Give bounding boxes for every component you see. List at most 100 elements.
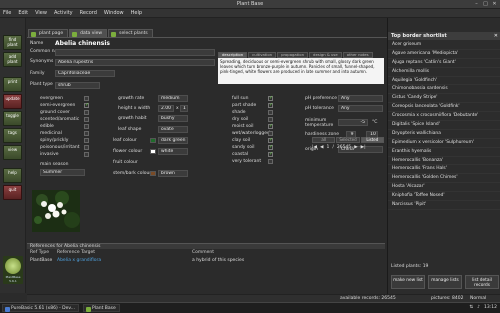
menu-file[interactable]: File: [3, 10, 11, 16]
quit-button[interactable]: quit: [3, 185, 22, 200]
condition-checkbox[interactable]: [268, 144, 273, 150]
close-icon[interactable]: ✕: [494, 32, 498, 40]
tab-plant-page[interactable]: plant page: [28, 29, 69, 37]
add-plant-button[interactable]: add plant: [3, 52, 22, 67]
last-record-icon[interactable]: ▶|: [361, 145, 366, 150]
view-button[interactable]: view: [3, 145, 22, 160]
plant-type-field[interactable]: shrub: [55, 82, 100, 89]
make-new-list-button[interactable]: make new list: [391, 275, 425, 289]
condition-checkbox[interactable]: [268, 123, 273, 129]
synonyms-field[interactable]: Abelia rupestris: [55, 59, 215, 66]
family-field[interactable]: Caprifoliaceae: [55, 70, 115, 77]
list-item[interactable]: Coreopsis lanceolata 'Goldfink': [388, 103, 500, 113]
menu-record[interactable]: Record: [80, 10, 97, 16]
list-item[interactable]: Narcissus 'Pipit': [388, 201, 500, 210]
menu-view[interactable]: View: [35, 10, 47, 16]
maximize-button[interactable]: □: [482, 1, 489, 8]
taskbar-item-plantbase[interactable]: Plant Base: [83, 304, 120, 312]
min-temp-field[interactable]: -5: [338, 119, 368, 126]
menu-edit[interactable]: Edit: [18, 10, 28, 16]
col-comment[interactable]: Comment: [192, 250, 214, 255]
list-item[interactable]: Hemerocallis 'Frans Hals': [388, 165, 500, 175]
width-field[interactable]: 1: [180, 105, 188, 112]
list-item[interactable]: Kniphofia 'Toffee Nosed': [388, 192, 500, 202]
leaf-colour-field[interactable]: dark green: [158, 137, 188, 144]
list-item[interactable]: Dryopteris wallichiana: [388, 130, 500, 139]
list-item[interactable]: Agave americana 'Mediopicta': [388, 50, 500, 59]
list-item[interactable]: Acer griseum: [388, 41, 500, 50]
shortlist-title: Top border shortlist ✕: [388, 32, 500, 40]
table-row[interactable]: PlantBase Abelia x grandiflora a hybrid …: [27, 258, 385, 265]
list-item[interactable]: Chimonobassia sardensis: [388, 85, 500, 95]
filter-selected-button[interactable]: Selected: [336, 137, 360, 143]
growth-rate-field[interactable]: medium: [158, 95, 188, 102]
minimize-button[interactable]: –: [473, 1, 480, 8]
menu-help[interactable]: Help: [131, 10, 142, 16]
condition-checkbox[interactable]: [268, 102, 273, 108]
height-field[interactable]: 2.00: [158, 105, 174, 112]
condition-checkbox[interactable]: [268, 159, 273, 164]
condition-checkbox[interactable]: [268, 131, 273, 136]
trait-checkbox[interactable]: [84, 110, 89, 115]
stem-colour-field[interactable]: brown: [158, 170, 188, 177]
first-record-icon[interactable]: |◀: [312, 145, 317, 150]
print-button[interactable]: print: [3, 77, 22, 92]
list-item[interactable]: Crocosmia x crocosmiiflora 'Debutante': [388, 112, 500, 122]
condition-checkbox[interactable]: [268, 151, 273, 157]
update-button[interactable]: update: [3, 94, 22, 109]
condition-checkbox[interactable]: [268, 117, 273, 122]
trait-checkbox[interactable]: [84, 145, 89, 150]
network-icon[interactable]: ⇅: [469, 305, 473, 310]
help-button[interactable]: help: [3, 168, 22, 183]
list-item[interactable]: Epimedium x versicolor 'Sulphureum': [388, 139, 500, 148]
list-item[interactable]: Aquilegia 'Goldfinch': [388, 77, 500, 86]
list-item[interactable]: Alchemilla mollis: [388, 68, 500, 77]
trait-checkbox[interactable]: [84, 138, 89, 143]
prev-record-icon[interactable]: ◀: [320, 145, 323, 150]
ph-preference-field[interactable]: Any: [338, 95, 383, 102]
tab-data-view[interactable]: data view: [69, 29, 108, 37]
condition-checkbox[interactable]: [268, 137, 273, 143]
name-label: Name: [30, 41, 44, 46]
main-season-field[interactable]: Summer: [40, 169, 85, 176]
trait-checkbox[interactable]: [84, 117, 89, 122]
menu-activity[interactable]: Activity: [54, 10, 73, 16]
growth-habit-field[interactable]: bushy: [158, 115, 188, 122]
next-record-icon[interactable]: ▶: [354, 145, 357, 150]
list-item[interactable]: Ajuga reptans 'Catlin's Giant': [388, 59, 500, 68]
ref-target-link[interactable]: Abelia x grandiflora: [57, 258, 101, 263]
list-detail-records-button[interactable]: list detail records: [465, 275, 499, 289]
manage-lists-button[interactable]: manage lists: [428, 275, 462, 289]
list-item[interactable]: Digitalis 'Spice Island': [388, 121, 500, 130]
list-item[interactable]: Eranthis hyemalis: [388, 148, 500, 157]
list-item[interactable]: Hemerocallis 'Bonanza': [388, 157, 500, 166]
menu-window[interactable]: Window: [104, 10, 124, 16]
find-plant-button[interactable]: find plant: [3, 35, 22, 50]
common-name-field[interactable]: [55, 49, 215, 56]
list-item[interactable]: Hemerocallis 'Golden Chimes': [388, 174, 500, 184]
list-item[interactable]: Cistus 'Candy Stripe': [388, 94, 500, 104]
trait-checkbox[interactable]: [84, 102, 89, 108]
tags-button[interactable]: tags: [3, 128, 22, 143]
list-item[interactable]: Hosta 'Alcazar': [388, 183, 500, 193]
trait-checkbox[interactable]: [84, 131, 89, 136]
col-ref-target[interactable]: Reference Target: [57, 250, 95, 255]
ph-tolerance-field[interactable]: Any: [338, 105, 383, 112]
flower-colour-field[interactable]: white: [158, 148, 188, 155]
plant-photo[interactable]: [32, 190, 80, 232]
taskbar-item-purebasic[interactable]: PureBasic 5.61 (x86) - Dev...: [2, 304, 80, 312]
filter-listed-button[interactable]: Listed: [360, 137, 384, 143]
col-ref-type[interactable]: Ref Type: [30, 250, 49, 255]
tab-select-plants[interactable]: select plants: [108, 29, 153, 37]
condition-checkbox[interactable]: [268, 95, 273, 101]
volume-icon[interactable]: ♪: [477, 305, 480, 310]
trait-checkbox[interactable]: [84, 124, 89, 129]
close-button[interactable]: ✕: [491, 1, 498, 8]
leaf-shape-field[interactable]: ovate: [158, 126, 188, 133]
trait-checkbox[interactable]: [84, 152, 89, 157]
toggle-button[interactable]: toggle: [3, 111, 22, 126]
filter-all-button[interactable]: all: [312, 137, 336, 143]
condition-checkbox[interactable]: [268, 110, 273, 115]
trait-checkbox[interactable]: [84, 96, 89, 101]
description-text[interactable]: Spreading, deciduous or semi-evergreen s…: [218, 58, 384, 84]
